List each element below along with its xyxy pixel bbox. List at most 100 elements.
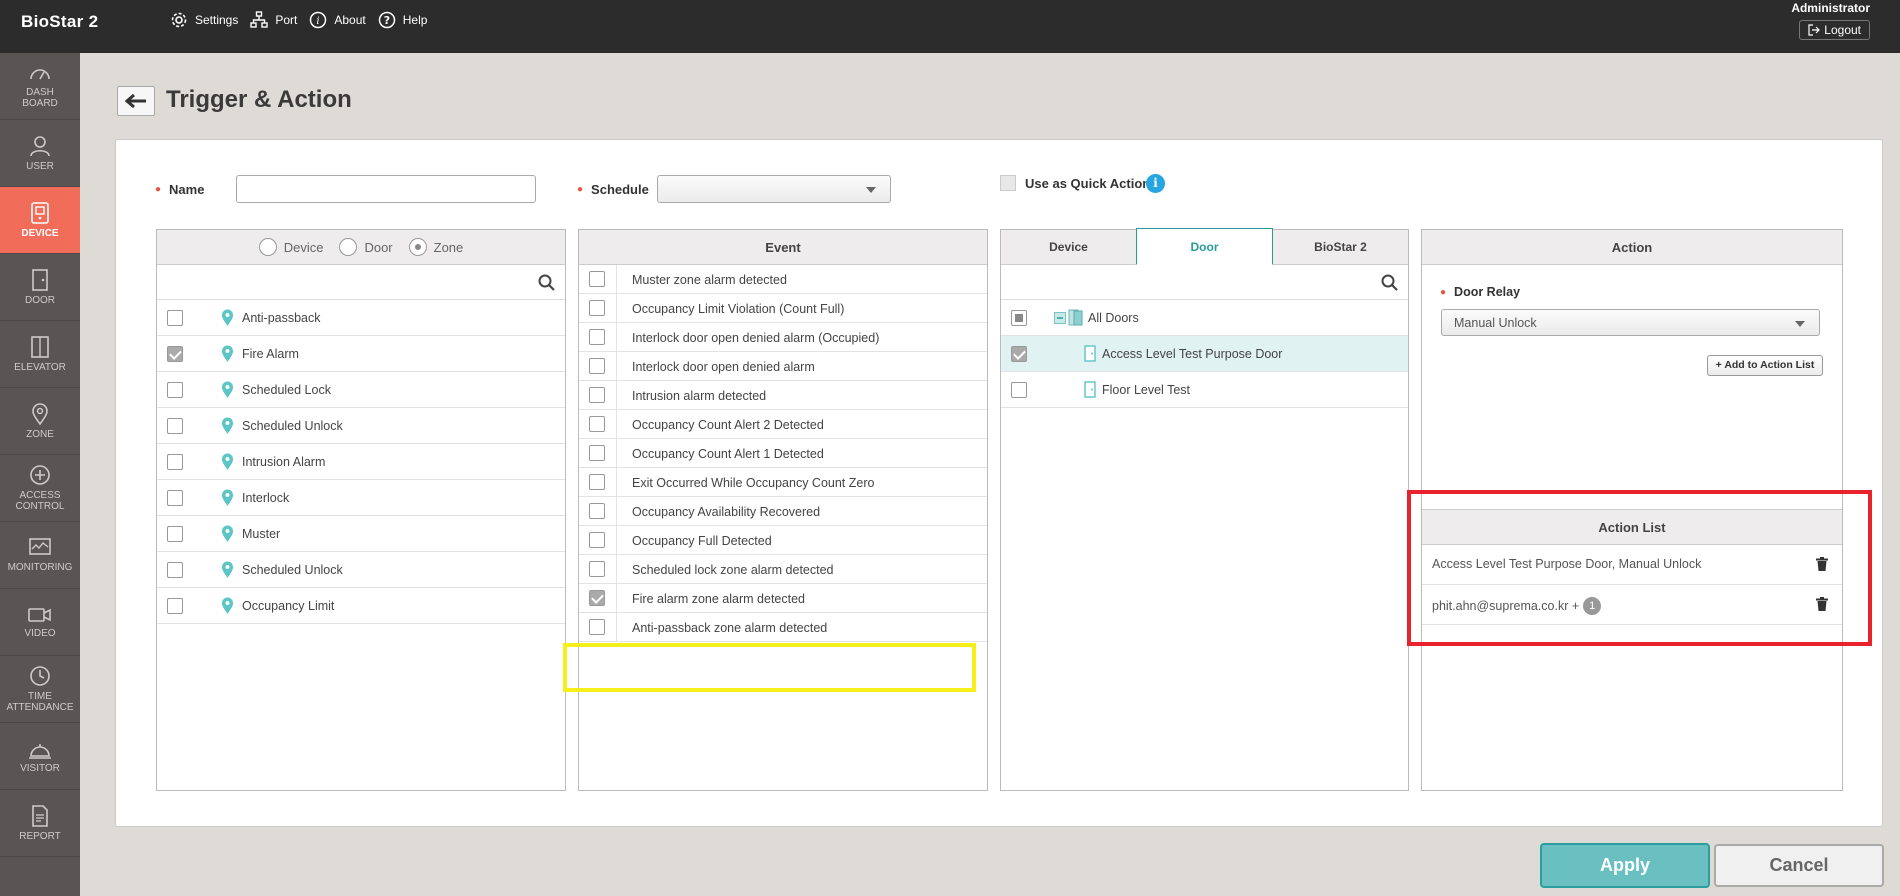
sidebar-item-access-control[interactable]: ACCESS CONTROL	[0, 455, 80, 522]
event-row[interactable]: Fire alarm zone alarm detected	[579, 584, 987, 613]
all-doors-checkbox[interactable]	[1011, 310, 1027, 326]
event-checkbox-cell	[579, 468, 617, 496]
event-checkbox-cell	[579, 381, 617, 409]
sidebar-item-user[interactable]: USER	[0, 120, 80, 187]
event-checkbox[interactable]	[589, 358, 605, 374]
door-checkbox[interactable]	[1011, 382, 1027, 398]
action-panel-header: Action	[1422, 230, 1842, 265]
sidebar-item-time-attendance[interactable]: TIME ATTENDANCE	[0, 656, 80, 723]
sidebar-item-device[interactable]: DEVICE	[0, 187, 80, 254]
door-relay-select[interactable]: Manual Unlock	[1441, 309, 1820, 336]
radio-door[interactable]: Door	[339, 238, 393, 256]
brand-logo[interactable]: BioStar 2	[21, 12, 98, 32]
event-checkbox[interactable]	[589, 590, 605, 606]
zone-label: Scheduled Unlock	[242, 419, 343, 433]
search-icon[interactable]	[538, 274, 555, 291]
zone-row[interactable]: Anti-passback	[157, 300, 565, 336]
event-checkbox[interactable]	[589, 503, 605, 519]
radio-zone[interactable]: Zone	[408, 238, 463, 256]
zone-checkbox[interactable]	[167, 454, 183, 470]
tab-device[interactable]: Device	[1001, 230, 1136, 264]
event-checkbox-cell	[579, 294, 617, 322]
event-row[interactable]: Occupancy Count Alert 2 Detected	[579, 410, 987, 439]
zone-row[interactable]: Occupancy Limit	[157, 588, 565, 624]
nav-about[interactable]: i About	[309, 11, 366, 29]
radio-device[interactable]: Device	[258, 238, 323, 256]
logout-button[interactable]: Logout	[1799, 20, 1870, 40]
sidebar-item-zone[interactable]: ZONE	[0, 388, 80, 455]
zone-row[interactable]: Muster	[157, 516, 565, 552]
sidebar-item-door[interactable]: DOOR	[0, 254, 80, 321]
door-relay-label: Door Relay	[1454, 285, 1521, 299]
sidebar-item-monitoring[interactable]: MONITORING	[0, 522, 80, 589]
sidebar-item-dashboard[interactable]: DASH BOARD	[0, 53, 80, 120]
event-checkbox[interactable]	[589, 300, 605, 316]
tab-door[interactable]: Door	[1136, 228, 1273, 265]
event-checkbox[interactable]	[589, 474, 605, 490]
event-row[interactable]: Interlock door open denied alarm	[579, 352, 987, 381]
sidebar-item-report[interactable]: REPORT	[0, 790, 80, 857]
nav-help[interactable]: ? Help	[378, 11, 427, 29]
zone-row[interactable]: Intrusion Alarm	[157, 444, 565, 480]
event-row[interactable]: Scheduled lock zone alarm detected	[579, 555, 987, 584]
zone-row[interactable]: Scheduled Lock	[157, 372, 565, 408]
sidebar-item-label: VIDEO	[24, 627, 56, 639]
nav-settings[interactable]: Settings	[170, 11, 238, 29]
info-icon[interactable]: i	[1146, 174, 1165, 193]
add-to-action-list-button[interactable]: + Add to Action List	[1707, 355, 1823, 376]
door-group-all[interactable]: All Doors	[1001, 300, 1408, 336]
zone-row[interactable]: Scheduled Unlock	[157, 408, 565, 444]
nav-port[interactable]: Port	[250, 11, 297, 29]
event-checkbox[interactable]	[589, 619, 605, 635]
zone-checkbox[interactable]	[167, 346, 183, 362]
event-row[interactable]: Muster zone alarm detected	[579, 265, 987, 294]
sidebar-item-video[interactable]: VIDEO	[0, 589, 80, 656]
event-checkbox[interactable]	[589, 416, 605, 432]
cancel-button[interactable]: Cancel	[1714, 844, 1884, 887]
zone-search-row	[157, 265, 565, 300]
zone-checkbox[interactable]	[167, 490, 183, 506]
event-row[interactable]: Intrusion alarm detected	[579, 381, 987, 410]
event-row[interactable]: Exit Occurred While Occupancy Count Zero	[579, 468, 987, 497]
zone-row[interactable]: Fire Alarm	[157, 336, 565, 372]
zone-label: Occupancy Limit	[242, 599, 335, 613]
zone-checkbox[interactable]	[167, 598, 183, 614]
event-checkbox[interactable]	[589, 329, 605, 345]
event-checkbox[interactable]	[589, 532, 605, 548]
zone-checkbox[interactable]	[167, 562, 183, 578]
event-row[interactable]: Anti-passback zone alarm detected	[579, 613, 987, 642]
zone-checkbox[interactable]	[167, 526, 183, 542]
zone-checkbox[interactable]	[167, 418, 183, 434]
event-row[interactable]: Occupancy Full Detected	[579, 526, 987, 555]
zone-checkbox[interactable]	[167, 382, 183, 398]
zone-checkbox[interactable]	[167, 310, 183, 326]
tab-biostar2[interactable]: BioStar 2	[1273, 230, 1408, 264]
event-checkbox[interactable]	[589, 561, 605, 577]
door-row[interactable]: Access Level Test Purpose Door	[1001, 336, 1408, 372]
sidebar-item-visitor[interactable]: VISITOR	[0, 723, 80, 790]
name-input[interactable]	[236, 175, 536, 203]
top-nav: Settings Port i About ? Help	[170, 11, 439, 29]
event-checkbox[interactable]	[589, 445, 605, 461]
event-row[interactable]: Occupancy Limit Violation (Count Full)	[579, 294, 987, 323]
event-checkbox-cell	[579, 613, 617, 641]
schedule-select[interactable]	[657, 175, 891, 203]
zone-label: Intrusion Alarm	[242, 455, 326, 469]
sidebar-item-label: MONITORING	[7, 561, 73, 573]
event-checkbox[interactable]	[589, 271, 605, 287]
quick-action-checkbox[interactable]	[1000, 175, 1016, 191]
door-checkbox[interactable]	[1011, 346, 1027, 362]
event-row[interactable]: Occupancy Availability Recovered	[579, 497, 987, 526]
door-row[interactable]: Floor Level Test	[1001, 372, 1408, 408]
event-row[interactable]: Occupancy Count Alert 1 Detected	[579, 439, 987, 468]
sidebar-item-elevator[interactable]: ELEVATOR	[0, 321, 80, 388]
back-button[interactable]	[117, 86, 155, 116]
event-checkbox[interactable]	[589, 387, 605, 403]
elevator-icon	[31, 335, 49, 358]
event-row[interactable]: Interlock door open denied alarm (Occupi…	[579, 323, 987, 352]
collapse-icon[interactable]	[1054, 312, 1066, 324]
zone-row[interactable]: Scheduled Unlock	[157, 552, 565, 588]
search-icon[interactable]	[1381, 274, 1398, 291]
zone-row[interactable]: Interlock	[157, 480, 565, 516]
apply-button[interactable]: Apply	[1540, 843, 1710, 888]
